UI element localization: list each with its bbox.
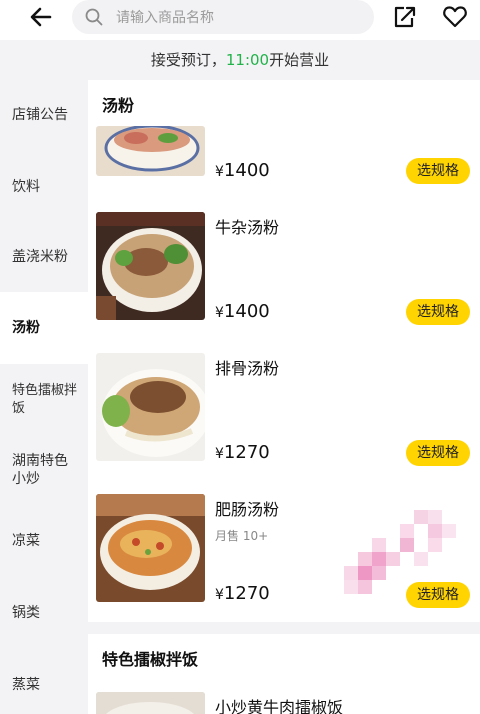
sidebar-item-label: 蒸菜: [12, 677, 40, 693]
sidebar-item-label: 饮料: [12, 179, 40, 195]
sidebar-item-label: 凉菜: [12, 533, 40, 549]
product-image[interactable]: [96, 353, 205, 461]
notice-prefix: 接受预订，: [150, 51, 226, 69]
product-price: ¥1400: [215, 160, 270, 181]
product-image[interactable]: [96, 212, 205, 320]
product-name: 牛杂汤粉: [215, 218, 280, 237]
search-placeholder: 请输入商品名称: [116, 10, 214, 26]
product-image[interactable]: [96, 494, 205, 602]
product-image[interactable]: [96, 126, 205, 176]
sidebar-item-drinks[interactable]: 饮料: [0, 178, 88, 196]
sidebar-item-hot-pot[interactable]: 锅类: [0, 604, 88, 622]
section-divider: [88, 622, 480, 634]
currency-symbol: ¥: [215, 305, 224, 321]
notice-suffix: 开始营业: [269, 51, 330, 69]
category-sidebar: 店铺公告 饮料 盖浇米粉 汤粉 特色擂椒拌饭 湖南特色小炒 凉菜 锅类 蒸菜: [0, 80, 88, 714]
back-button[interactable]: [24, 2, 58, 32]
arrow-left-icon: [30, 7, 52, 27]
sidebar-item-label: 店铺公告: [12, 107, 68, 123]
currency-symbol: ¥: [215, 587, 224, 603]
sidebar-item-pepper-rice[interactable]: 特色擂椒拌饭: [0, 382, 80, 418]
product-name: 小炒黄牛肉擂椒饭: [215, 698, 344, 714]
notice-time: 11:00: [225, 51, 270, 69]
product-list: 汤粉 ¥1400 选规格 牛杂汤粉 ¥1400 选规格 排骨汤粉 ¥1270 选…: [88, 80, 480, 714]
currency-symbol: ¥: [215, 446, 224, 462]
price-value: 1400: [223, 160, 270, 181]
sidebar-item-label: 盖浇米粉: [12, 249, 68, 265]
search-icon: [85, 8, 103, 26]
product-name: 排骨汤粉: [215, 359, 280, 378]
select-spec-button[interactable]: 选规格: [406, 299, 470, 325]
sidebar-item-soup-noodle[interactable]: 汤粉: [0, 292, 88, 364]
product-monthly-sales: 月售 10+: [215, 529, 269, 543]
pixelated-watermark: [344, 510, 456, 594]
price-value: 1270: [223, 583, 270, 604]
business-notice: 接受预订，11:00开始营业: [0, 40, 480, 80]
sidebar-item-label: 汤粉: [12, 320, 40, 336]
currency-symbol: ¥: [215, 164, 224, 180]
product-name: 肥肠汤粉: [215, 500, 280, 519]
noodle-bowl-image: [96, 353, 205, 461]
search-input[interactable]: 请输入商品名称: [72, 0, 374, 34]
category-title: 汤粉: [102, 96, 135, 115]
sidebar-item-label: 湖南特色小炒: [12, 453, 68, 487]
product-price: ¥1270: [215, 442, 270, 463]
sidebar-item-label: 锅类: [12, 605, 40, 621]
rice-bowl-image: [96, 692, 205, 714]
price-value: 1270: [223, 442, 270, 463]
sidebar-item-label: 特色擂椒拌饭: [12, 383, 78, 416]
sidebar-item-rice-noodle-topping[interactable]: 盖浇米粉: [0, 248, 88, 266]
noodle-bowl-image: [96, 126, 205, 176]
category-title: 特色擂椒拌饭: [102, 650, 199, 669]
price-value: 1400: [223, 301, 270, 322]
top-bar: 请输入商品名称: [0, 0, 480, 40]
product-price: ¥1400: [215, 301, 270, 322]
heart-icon: [443, 6, 467, 28]
product-image[interactable]: [96, 692, 205, 714]
noodle-bowl-image: [96, 212, 205, 320]
share-button[interactable]: [390, 3, 420, 31]
sidebar-item-hunan-stir-fry[interactable]: 湖南特色小炒: [0, 452, 76, 488]
noodle-bowl-image: [96, 494, 205, 602]
select-spec-button[interactable]: 选规格: [406, 158, 470, 184]
share-icon: [394, 6, 416, 28]
sidebar-item-steamed[interactable]: 蒸菜: [0, 676, 88, 694]
sidebar-item-store-notice[interactable]: 店铺公告: [0, 106, 88, 124]
product-price: ¥1270: [215, 583, 270, 604]
select-spec-button[interactable]: 选规格: [406, 440, 470, 466]
favorite-button[interactable]: [440, 3, 470, 31]
sidebar-item-cold-dishes[interactable]: 凉菜: [0, 532, 88, 550]
